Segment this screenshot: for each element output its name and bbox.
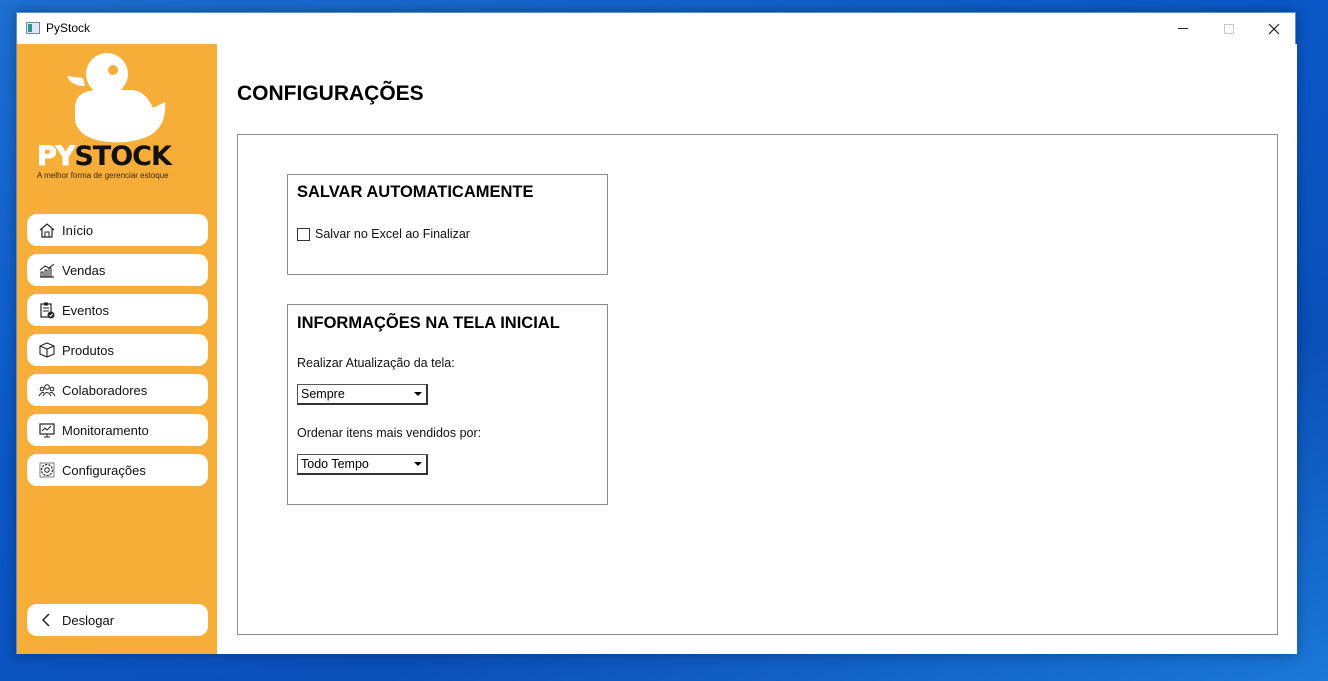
dropdown-arrow-icon[interactable] <box>410 455 426 473</box>
app-icon <box>26 22 40 34</box>
monitor-icon <box>38 421 56 439</box>
logout-label: Deslogar <box>62 612 115 628</box>
home-info-heading: INFORMAÇÕES NA TELA INICIAL <box>297 314 560 332</box>
sidebar-item-colaboradores[interactable]: Colaboradores <box>27 374 208 406</box>
logo: PYSTOCK A melhor forma de gerenciar esto… <box>35 50 195 180</box>
box-icon <box>38 341 56 359</box>
title-bar: PyStock <box>17 13 1295 44</box>
close-icon <box>1268 23 1280 34</box>
home-icon <box>38 221 56 239</box>
sidebar-item-produtos[interactable]: Produtos <box>27 334 208 366</box>
refresh-label: Realizar Atualização da tela: <box>297 356 455 370</box>
home-info-group: INFORMAÇÕES NA TELA INICIAL Realizar Atu… <box>287 304 608 505</box>
clipboard-check-icon <box>38 301 56 319</box>
maximize-icon <box>1224 23 1234 34</box>
people-icon <box>38 381 56 399</box>
logo-tagline: A melhor forma de gerenciar estoque <box>37 171 169 180</box>
sidebar-item-configuracoes[interactable]: Configurações <box>27 454 208 486</box>
page-title: CONFIGURAÇÕES <box>237 82 424 105</box>
auto-save-heading: SALVAR AUTOMATICAMENTE <box>297 183 534 201</box>
excel-save-checkbox[interactable] <box>297 227 310 241</box>
sidebar-item-vendas[interactable]: Vendas <box>27 254 208 286</box>
sales-chart-icon <box>38 261 56 279</box>
auto-save-group: SALVAR AUTOMATICAMENTE Salvar no Excel a… <box>287 174 608 275</box>
settings-icon <box>38 461 56 479</box>
settings-panel: SALVAR AUTOMATICAMENTE Salvar no Excel a… <box>237 134 1278 635</box>
order-label: Ordenar itens mais vendidos por: <box>297 426 482 440</box>
logout-button[interactable]: Deslogar <box>27 604 208 636</box>
minimize-button[interactable] <box>1160 13 1206 44</box>
excel-save-checkbox-row[interactable]: Salvar no Excel ao Finalizar <box>297 227 470 241</box>
refresh-select-value: Sempre <box>301 387 345 401</box>
sidebar-item-label: Configurações <box>62 462 146 478</box>
minimize-icon <box>1178 28 1188 29</box>
duck-logo-icon <box>67 53 166 143</box>
close-button[interactable] <box>1251 13 1297 44</box>
app-window: PyStock PYSTOCK A melhor forma de gerenc… <box>16 12 1297 654</box>
order-select[interactable]: Todo Tempo <box>297 454 428 475</box>
order-select-value: Todo Tempo <box>301 457 369 471</box>
sidebar: PYSTOCK A melhor forma de gerenciar esto… <box>17 44 217 654</box>
sidebar-item-label: Produtos <box>62 342 115 358</box>
dropdown-arrow-icon[interactable] <box>410 385 426 403</box>
refresh-select[interactable]: Sempre <box>297 384 428 405</box>
sidebar-item-label: Início <box>62 222 94 238</box>
logo-wordmark: PYSTOCK <box>36 141 171 172</box>
chevron-left-icon <box>38 611 56 629</box>
sidebar-item-inicio[interactable]: Início <box>27 214 208 246</box>
sidebar-item-monitoramento[interactable]: Monitoramento <box>27 414 208 446</box>
sidebar-item-label: Vendas <box>62 262 106 278</box>
sidebar-item-label: Colaboradores <box>62 382 148 398</box>
sidebar-item-eventos[interactable]: Eventos <box>27 294 208 326</box>
window-title: PyStock <box>46 21 91 35</box>
main-content: CONFIGURAÇÕES SALVAR AUTOMATICAMENTE Sal… <box>217 44 1297 654</box>
sidebar-item-label: Monitoramento <box>62 422 149 438</box>
excel-save-label: Salvar no Excel ao Finalizar <box>315 227 470 241</box>
maximize-button[interactable] <box>1206 13 1252 44</box>
sidebar-item-label: Eventos <box>62 302 109 318</box>
